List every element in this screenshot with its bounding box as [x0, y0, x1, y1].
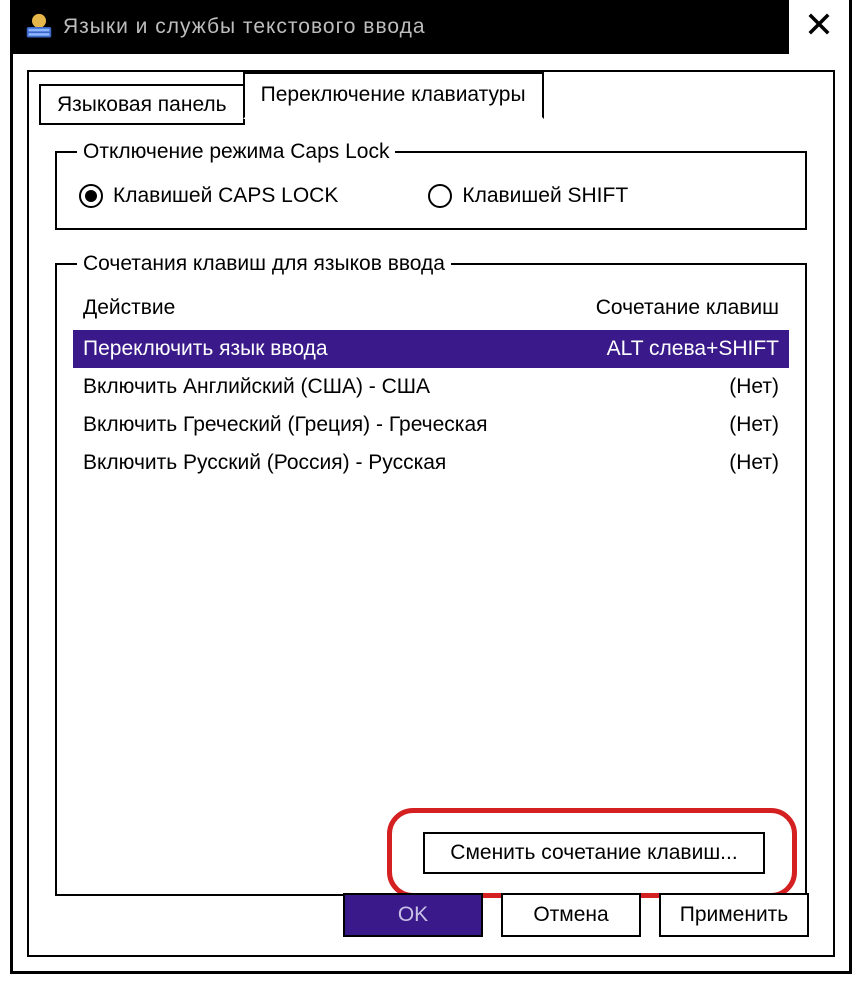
- cell-combo: (Нет): [729, 410, 779, 440]
- radio-dot-icon: [79, 184, 103, 208]
- tab-keyboard-switch[interactable]: Переключение клавиатуры: [243, 72, 544, 119]
- group-hotkeys-legend: Сочетания клавиш для языков ввода: [77, 252, 451, 276]
- tab-strip: Языковая панель Переключение клавиатуры: [39, 70, 542, 117]
- dialog-buttons: OK Отмена Применить: [343, 893, 809, 937]
- titlebar: Языки и службы текстового ввода: [13, 0, 849, 54]
- dialog-body: Языковая панель Переключение клавиатуры …: [27, 70, 835, 957]
- tab-content: Отключение режима Caps Lock Клавишей CAP…: [29, 114, 833, 955]
- col-combo: Сочетание клавиш: [596, 296, 779, 320]
- dialog-window: Языки и службы текстового ввода Языковая…: [10, 0, 852, 974]
- cancel-button[interactable]: Отмена: [501, 893, 641, 937]
- list-item[interactable]: Включить Английский (США) - США (Нет): [73, 368, 789, 406]
- keyboard-lang-icon: [25, 13, 53, 41]
- window-title: Языки и службы текстового ввода: [63, 15, 426, 39]
- cell-action: Включить Английский (США) - США: [83, 372, 430, 402]
- hotkeys-list[interactable]: Переключить язык ввода ALT слева+SHIFT В…: [73, 330, 789, 482]
- change-hotkey-button[interactable]: Сменить сочетание клавиш...: [423, 832, 765, 874]
- group-capslock: Отключение режима Caps Lock Клавишей CAP…: [55, 140, 807, 230]
- list-item[interactable]: Включить Русский (Россия) - Русская (Нет…: [73, 444, 789, 482]
- change-hotkey-area: Сменить сочетание клавиш...: [387, 808, 797, 898]
- radio-dot-icon: [428, 184, 452, 208]
- apply-button[interactable]: Применить: [659, 893, 809, 937]
- close-icon: [807, 10, 831, 44]
- cell-combo: (Нет): [729, 448, 779, 478]
- cell-action: Включить Греческий (Греция) - Греческая: [83, 410, 488, 440]
- cell-combo: ALT слева+SHIFT: [607, 334, 779, 364]
- radio-capslock[interactable]: Клавишей CAPS LOCK: [79, 184, 338, 208]
- cell-action: Включить Русский (Россия) - Русская: [83, 448, 446, 478]
- ok-button[interactable]: OK: [343, 893, 483, 937]
- radio-shift-label: Клавишей SHIFT: [462, 184, 628, 208]
- group-hotkeys: Сочетания клавиш для языков ввода Действ…: [55, 252, 807, 896]
- cell-combo: (Нет): [729, 372, 779, 402]
- col-action: Действие: [83, 296, 175, 320]
- radio-shift[interactable]: Клавишей SHIFT: [428, 184, 628, 208]
- hotkeys-header: Действие Сочетание клавиш: [73, 294, 789, 330]
- cell-action: Переключить язык ввода: [83, 334, 328, 364]
- list-item[interactable]: Включить Греческий (Греция) - Греческая …: [73, 406, 789, 444]
- list-item[interactable]: Переключить язык ввода ALT слева+SHIFT: [73, 330, 789, 368]
- radio-capslock-label: Клавишей CAPS LOCK: [113, 184, 338, 208]
- group-capslock-legend: Отключение режима Caps Lock: [77, 140, 395, 164]
- capslock-radio-row: Клавишей CAPS LOCK Клавишей SHIFT: [73, 182, 789, 214]
- close-button[interactable]: [789, 0, 849, 54]
